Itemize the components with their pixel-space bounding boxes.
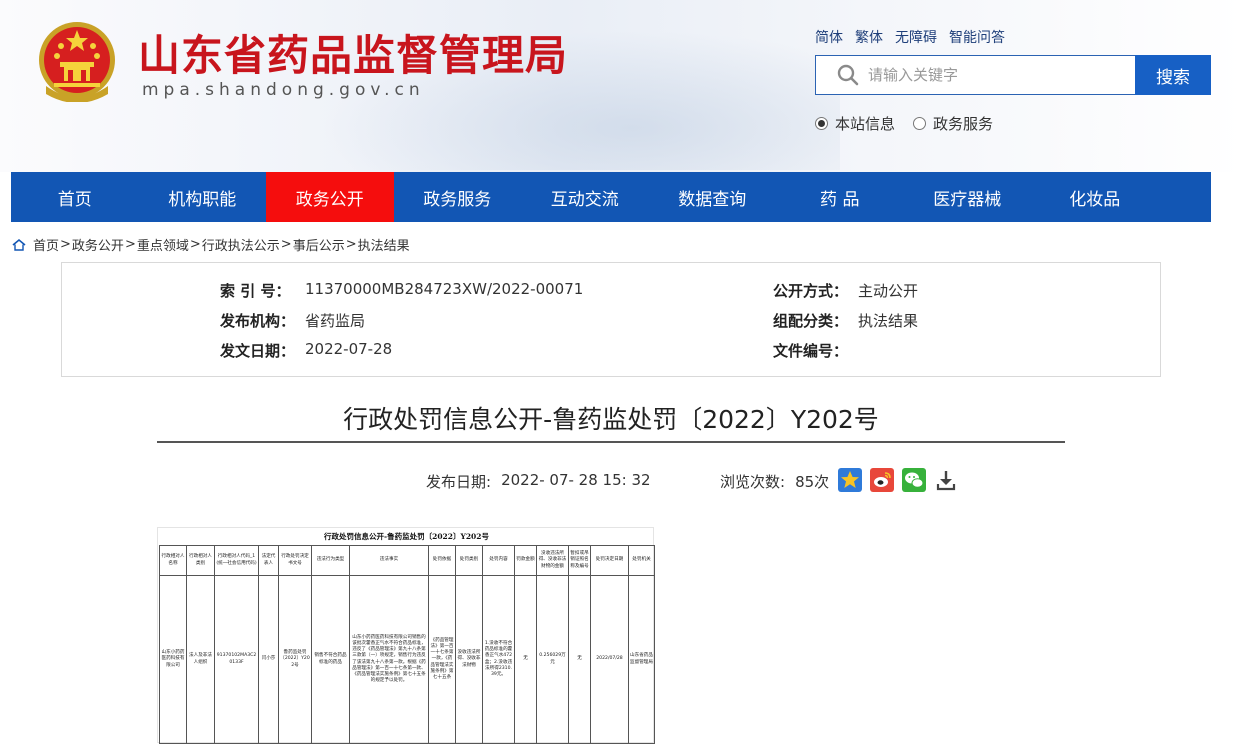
table-header: 处罚内容	[482, 545, 515, 576]
table-cell: 法人及非法人组织	[186, 575, 215, 744]
nav-medical-devices[interactable]: 医疗器械	[904, 172, 1032, 222]
table-cell: 无	[514, 575, 537, 744]
top-links: 简体 繁体 无障碍 智能问答	[815, 27, 1005, 47]
meta-mode-label: 公开方式：	[773, 282, 849, 300]
penalty-document-image[interactable]: 行政处罚信息公开-鲁药监处罚〔2022〕Y202号 行政相对人名称 行政相对人类…	[157, 527, 655, 744]
table-cell: 销售不符合药品标准的药品	[311, 575, 350, 744]
meta-org-value: 省药监局	[305, 312, 366, 330]
table-cell: 91370102MA3C20133F	[214, 575, 259, 744]
view-count-label: 浏览次数:	[720, 473, 786, 491]
table-cell: 闫小莎	[258, 575, 279, 744]
table-cell: 鲁药监处罚〔2022〕Y202号	[278, 575, 312, 744]
breadcrumb-results[interactable]: 执法结果	[358, 235, 410, 254]
table-header: 行政相对人代码_1(统一社会信用代码)	[214, 545, 259, 576]
meta-category-value: 执法结果	[858, 312, 919, 330]
table-cell: 没收违法所得、没收非法财物	[455, 575, 483, 744]
search-input[interactable]	[868, 66, 1128, 84]
table-header: 处罚机关	[628, 545, 655, 576]
radio-site-info[interactable]	[815, 117, 828, 130]
nav-gov-affairs[interactable]: 政务公开	[266, 172, 394, 222]
table-cell: 山东小药药医药科技有限公司销售的该批次藿香正气水不符合药品标准，违反了《药品管理…	[349, 575, 429, 744]
search-box	[815, 55, 1135, 95]
breadcrumb-post-publicity[interactable]: 事后公示	[293, 235, 345, 254]
scope-gov-service-label: 政务服务	[933, 115, 994, 133]
wechat-icon[interactable]	[902, 468, 926, 492]
share-bar	[838, 468, 958, 492]
table-header: 违法行为类型	[311, 545, 350, 576]
link-simplified[interactable]: 简体	[815, 27, 843, 47]
table-header: 处罚决定日期	[590, 545, 629, 576]
link-smart-qa[interactable]: 智能问答	[949, 27, 1005, 47]
link-traditional[interactable]: 繁体	[855, 27, 883, 47]
table-header: 罚款金额	[514, 545, 537, 576]
table-row: 山东小药药医药科技有限公司 法人及非法人组织 91370102MA3C20133…	[159, 575, 655, 744]
site-domain: mpa.shandong.gov.cn	[142, 80, 425, 100]
meta-index-value: 11370000MB284723XW/2022-00071	[305, 280, 584, 298]
meta-date-value: 2022-07-28	[305, 340, 393, 358]
site-title[interactable]: 山东省药品监督管理局	[138, 22, 568, 83]
publish-info: 发布日期: 2022- 07- 28 15: 32	[426, 471, 651, 492]
home-icon	[12, 238, 26, 251]
search-button[interactable]: 搜索	[1135, 55, 1211, 95]
table-header: 行政处罚决定书文号	[278, 545, 312, 576]
meta-date-label: 发文日期：	[220, 342, 296, 360]
nav-interaction[interactable]: 互动交流	[521, 172, 649, 222]
meta-org-label: 发布机构：	[220, 312, 296, 330]
scope-site-info[interactable]: 本站信息	[815, 113, 895, 134]
table-header-row: 行政相对人名称 行政相对人类别 行政相对人代码_1(统一社会信用代码) 法定代表…	[159, 545, 655, 576]
nav-home[interactable]: 首页	[11, 172, 139, 222]
link-accessibility[interactable]: 无障碍	[895, 27, 937, 47]
table-cell: 1.没收不符合药品标准的藿香正气水472盒；2.没收违法所得2310.39元。	[482, 575, 515, 744]
table-cell: 无	[568, 575, 591, 744]
table-header: 违法事实	[349, 545, 429, 576]
table-cell: 0.256029万元	[536, 575, 569, 744]
table-header: 行政相对人名称	[159, 545, 187, 576]
meta-mode-value: 主动公开	[858, 282, 919, 300]
scope-gov-service[interactable]: 政务服务	[913, 113, 993, 134]
national-emblem-icon	[39, 22, 115, 102]
breadcrumb-home[interactable]: 首页	[33, 235, 59, 254]
nav-organization[interactable]: 机构职能	[139, 172, 267, 222]
title-divider	[157, 441, 1065, 443]
table-header: 行政相对人类别	[186, 545, 215, 576]
meta-category-label: 组配分类：	[773, 312, 849, 330]
table-header: 法定代表人	[258, 545, 279, 576]
search-scope: 本站信息 政务服务	[815, 113, 993, 134]
meta-index-label: 索 引 号：	[220, 282, 291, 300]
nav-drugs[interactable]: 药 品	[776, 172, 904, 222]
table-header: 处罚依据	[428, 545, 456, 576]
table-cell: 山东省药品监督管理局	[628, 575, 655, 744]
main-nav: 首页 机构职能 政务公开 政务服务 互动交流 数据查询 药 品 医疗器械 化妆品	[11, 172, 1211, 222]
table-header: 没收违法所得、没收非法财物的金额	[536, 545, 569, 576]
document-meta: 索 引 号： 11370000MB284723XW/2022-00071 发布机…	[61, 262, 1161, 377]
article-title: 行政处罚信息公开-鲁药监处罚〔2022〕Y202号	[343, 405, 879, 434]
nav-cosmetics[interactable]: 化妆品	[1031, 172, 1159, 222]
breadcrumb: 首页 > 政务公开 > 重点领域 > 行政执法公示 > 事后公示 > 执法结果	[12, 235, 410, 254]
table-cell: 《药品管理法》第一百一十七条第一款，《药品管理法实施条例》第七十五条	[428, 575, 456, 744]
nav-data-query[interactable]: 数据查询	[649, 172, 777, 222]
breadcrumb-enforcement[interactable]: 行政执法公示	[202, 235, 280, 254]
meta-docno-label: 文件编号：	[773, 342, 849, 360]
view-count: 浏览次数: 85次	[720, 471, 829, 492]
table-header: 暂扣或吊销证照名称及编号	[568, 545, 591, 576]
breadcrumb-gov-affairs[interactable]: 政务公开	[72, 235, 124, 254]
publish-date-value: 2022- 07- 28 15: 32	[501, 471, 651, 489]
site-header: 山东省药品监督管理局 mpa.shandong.gov.cn 简体 繁体 无障碍…	[0, 0, 1245, 172]
document-title: 行政处罚信息公开-鲁药监处罚〔2022〕Y202号	[324, 532, 489, 541]
penalty-table: 行政相对人名称 行政相对人类别 行政相对人代码_1(统一社会信用代码) 法定代表…	[159, 545, 655, 744]
favorite-icon[interactable]	[838, 468, 862, 492]
weibo-icon[interactable]	[870, 468, 894, 492]
download-icon[interactable]	[934, 468, 958, 492]
publish-date-label: 发布日期:	[426, 473, 492, 491]
table-header: 处罚类别	[455, 545, 483, 576]
nav-gov-service[interactable]: 政务服务	[394, 172, 522, 222]
breadcrumb-key-areas[interactable]: 重点领域	[137, 235, 189, 254]
search-icon	[837, 64, 859, 86]
radio-gov-service[interactable]	[913, 117, 927, 130]
table-cell: 山东小药药医药科技有限公司	[159, 575, 187, 744]
table-cell: 2022/07/28	[590, 575, 629, 744]
view-count-value: 85次	[795, 473, 830, 491]
scope-site-info-label: 本站信息	[835, 115, 896, 133]
